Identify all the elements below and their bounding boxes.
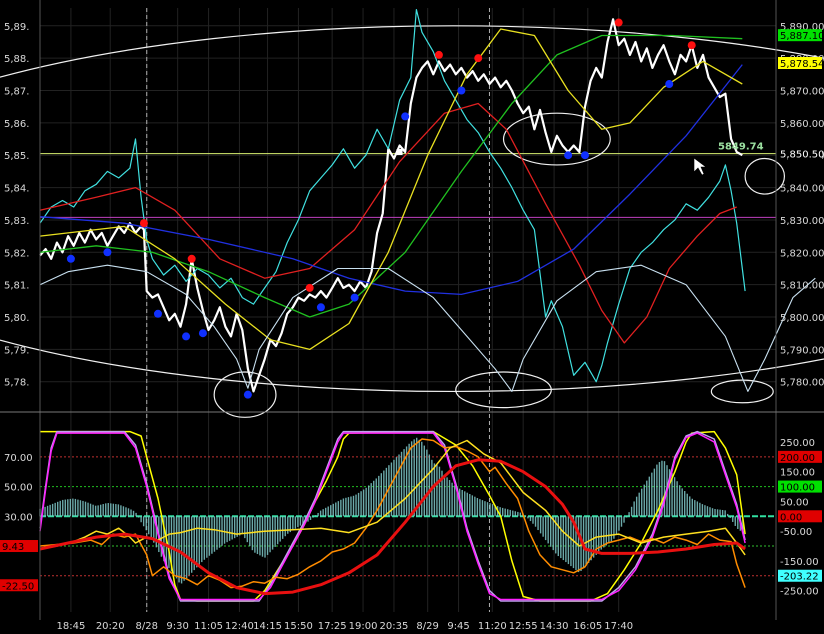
osc-left-tag-label: 9.43 — [2, 542, 24, 553]
x-axis-tick: 17:25 — [318, 621, 347, 632]
osc-axis-tick-right: -50.00 — [780, 527, 812, 538]
price-axis-tick-right: 5,870.00 — [780, 87, 824, 98]
blue-signal-dot — [564, 151, 573, 160]
price-axis-tick-left: 5,84. — [4, 184, 29, 195]
white-square-marker — [396, 148, 403, 155]
price-axis-tick-left: 5,87. — [4, 87, 29, 98]
red-signal-dot — [474, 54, 483, 63]
blue-signal-dot — [182, 332, 191, 341]
osc-left-tag-label: -22.50 — [2, 581, 34, 592]
price-axis-tick-right: 5,820.00 — [780, 248, 824, 259]
osc-axis-tick-left: 50.00 — [4, 483, 33, 494]
price-axis-tick-right: 5,840.00 — [780, 184, 824, 195]
price-axis-tick-right: 5,790.00 — [780, 345, 824, 356]
x-axis-tick: 11:20 — [478, 621, 507, 632]
x-axis-tick: 17:40 — [604, 621, 633, 632]
x-axis-tick: 19:00 — [349, 621, 378, 632]
price-axis-tick-right: 5,810.00 — [780, 281, 824, 292]
x-axis-tick: 20:35 — [380, 621, 409, 632]
price-tag-label: 5,850.50 — [780, 150, 824, 161]
osc-tag-label: 200.00 — [780, 453, 815, 464]
price-axis-tick-left: 5,80. — [4, 313, 29, 324]
osc-axis-tick-right: 250.00 — [780, 438, 815, 449]
red-signal-dot — [305, 283, 314, 292]
x-axis-tick: 20:20 — [96, 621, 125, 632]
price-axis-tick-right: 5,830.00 — [780, 216, 824, 227]
x-axis-tick: 15:50 — [284, 621, 313, 632]
price-axis-tick-left: 5,89. — [4, 22, 29, 33]
blue-signal-dot — [401, 112, 410, 121]
x-axis-tick: 14:30 — [540, 621, 569, 632]
price-tag-label: 5,887.10 — [780, 31, 824, 42]
blue-signal-dot — [103, 248, 112, 257]
price-tag-label: 5,878.54 — [780, 59, 824, 70]
x-axis-tick: 16:05 — [573, 621, 602, 632]
blue-signal-dot — [665, 80, 674, 89]
price-axis-tick-left: 5,79. — [4, 345, 29, 356]
osc-axis-tick-right: 50.00 — [780, 497, 809, 508]
osc-axis-tick-left: 70.00 — [4, 453, 33, 464]
blue-signal-dot — [198, 329, 207, 338]
x-axis-tick: 9:30 — [166, 621, 188, 632]
x-axis-tick: 8/29 — [416, 621, 438, 632]
red-signal-dot — [139, 219, 148, 228]
price-axis-tick-left: 5,78. — [4, 378, 29, 389]
x-axis-tick: 18:45 — [56, 621, 85, 632]
osc-tag-label: -203.22 — [780, 572, 819, 583]
red-signal-dot — [434, 50, 443, 59]
red-signal-dot — [614, 18, 623, 27]
blue-signal-dot — [243, 390, 252, 399]
osc-tag-label: 100.00 — [780, 483, 815, 494]
red-signal-dot — [687, 41, 696, 50]
price-axis-tick-left: 5,88. — [4, 54, 29, 65]
osc-axis-tick-left: 30.00 — [4, 512, 33, 523]
blue-signal-dot — [66, 254, 75, 263]
blue-signal-dot — [580, 151, 589, 160]
blue-signal-dot — [457, 86, 466, 95]
x-axis-tick: 14:15 — [253, 621, 282, 632]
osc-axis-tick-right: -250.00 — [780, 587, 819, 598]
price-axis-tick-left: 5,81. — [4, 281, 29, 292]
last-price-label: 5849.74 — [718, 142, 764, 153]
price-axis-tick-left: 5,82. — [4, 248, 29, 259]
x-axis-tick: 12:55 — [509, 621, 538, 632]
red-signal-dot — [187, 254, 196, 263]
price-axis-tick-left: 5,83. — [4, 216, 29, 227]
blue-signal-dot — [350, 293, 359, 302]
trading-chart: 5849.74 5,890.005,880.005,870.005,860.00… — [0, 0, 824, 634]
x-axis-tick: 8/28 — [136, 621, 158, 632]
x-axis-tick: 12:40 — [225, 621, 254, 632]
price-axis-tick-left: 5,85. — [4, 151, 29, 162]
price-axis-tick-right: 5,780.00 — [780, 378, 824, 389]
x-axis-tick: 9:45 — [447, 621, 469, 632]
price-axis-tick-right: 5,860.00 — [780, 119, 824, 130]
osc-tag-label: 0.00 — [780, 512, 802, 523]
price-axis-tick-left: 5,86. — [4, 119, 29, 130]
blue-signal-dot — [316, 303, 325, 312]
osc-axis-tick-right: 150.00 — [780, 468, 815, 479]
price-axis-tick-right: 5,800.00 — [780, 313, 824, 324]
blue-signal-dot — [153, 309, 162, 318]
x-axis-tick: 11:05 — [194, 621, 223, 632]
osc-axis-tick-right: -150.00 — [780, 557, 819, 568]
